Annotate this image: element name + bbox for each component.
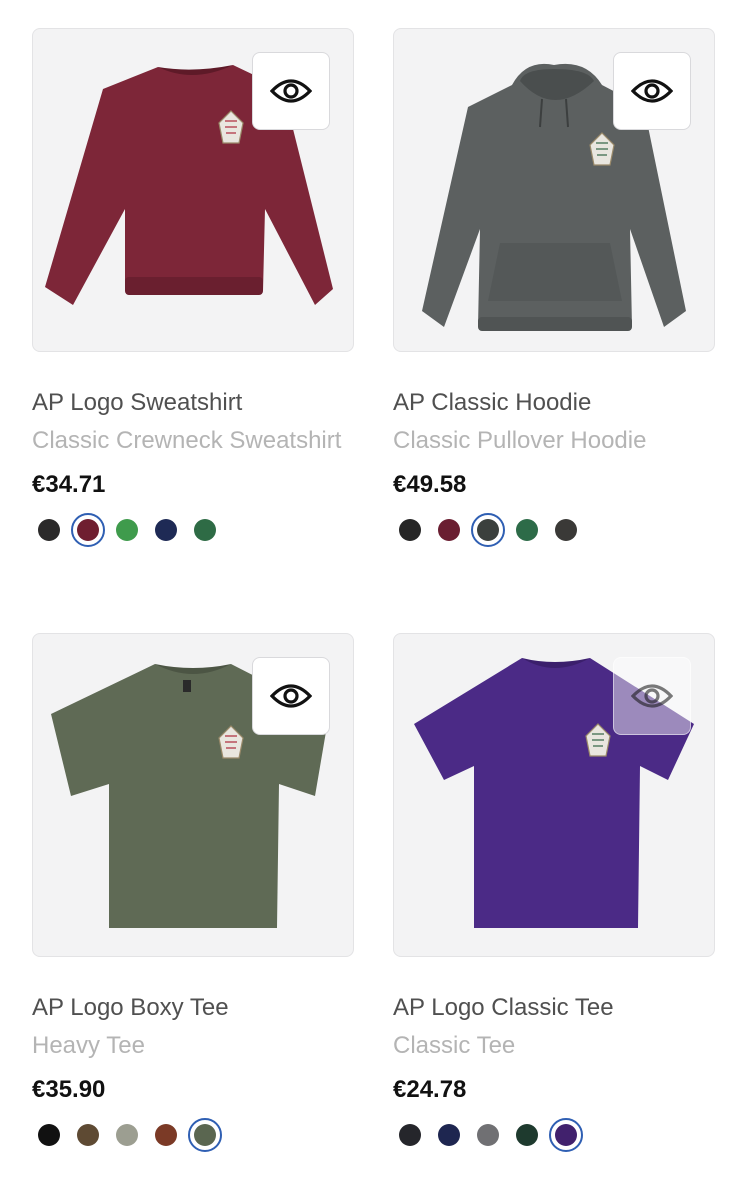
product-image[interactable] — [393, 28, 715, 352]
color-swatch-selected[interactable] — [188, 1118, 222, 1152]
product-price: €35.90 — [32, 1076, 106, 1103]
color-swatch[interactable] — [471, 1118, 505, 1152]
product-price: €49.58 — [393, 471, 467, 498]
color-swatch[interactable] — [110, 513, 144, 547]
color-swatch[interactable] — [188, 513, 222, 547]
eye-icon — [270, 79, 312, 103]
product-subtitle: Classic Crewneck Sweatshirt — [32, 427, 342, 454]
color-swatches — [393, 512, 715, 548]
color-swatches — [32, 1117, 354, 1153]
color-swatches — [32, 512, 354, 548]
color-swatch[interactable] — [393, 1118, 427, 1152]
product-subtitle: Classic Pullover Hoodie — [393, 427, 647, 454]
color-swatch[interactable] — [510, 1118, 544, 1152]
product-image[interactable] — [393, 633, 715, 957]
quick-view-button[interactable] — [252, 657, 330, 735]
eye-icon — [270, 684, 312, 708]
product-image[interactable] — [32, 28, 354, 352]
product-subtitle: Heavy Tee — [32, 1032, 145, 1059]
color-swatch-selected[interactable] — [549, 1118, 583, 1152]
color-swatch[interactable] — [149, 1118, 183, 1152]
product-card[interactable]: AP Logo Classic Tee Classic Tee €24.78 — [393, 633, 715, 1153]
color-swatch-selected[interactable] — [471, 513, 505, 547]
color-swatch[interactable] — [549, 513, 583, 547]
product-title[interactable]: AP Logo Boxy Tee — [32, 993, 354, 1023]
product-image[interactable] — [32, 633, 354, 957]
quick-view-button[interactable] — [613, 52, 691, 130]
quick-view-button[interactable] — [613, 657, 691, 735]
product-card[interactable]: AP Logo Sweatshirt Classic Crewneck Swea… — [32, 28, 354, 548]
product-card[interactable]: AP Classic Hoodie Classic Pullover Hoodi… — [393, 28, 715, 548]
color-swatch[interactable] — [393, 513, 427, 547]
color-swatch[interactable] — [149, 513, 183, 547]
color-swatch[interactable] — [432, 513, 466, 547]
eye-icon — [631, 684, 673, 708]
color-swatch[interactable] — [510, 513, 544, 547]
color-swatch[interactable] — [71, 1118, 105, 1152]
product-title[interactable]: AP Logo Classic Tee — [393, 993, 715, 1023]
quick-view-button[interactable] — [252, 52, 330, 130]
product-title[interactable]: AP Logo Sweatshirt — [32, 388, 354, 418]
color-swatches — [393, 1117, 715, 1153]
color-swatch[interactable] — [32, 513, 66, 547]
product-subtitle: Classic Tee — [393, 1032, 516, 1059]
color-swatch-selected[interactable] — [71, 513, 105, 547]
eye-icon — [631, 79, 673, 103]
product-price: €34.71 — [32, 471, 106, 498]
product-card[interactable]: AP Logo Boxy Tee Heavy Tee €35.90 — [32, 633, 354, 1153]
color-swatch[interactable] — [32, 1118, 66, 1152]
color-swatch[interactable] — [432, 1118, 466, 1152]
product-price: €24.78 — [393, 1076, 467, 1103]
product-title[interactable]: AP Classic Hoodie — [393, 388, 715, 418]
color-swatch[interactable] — [110, 1118, 144, 1152]
